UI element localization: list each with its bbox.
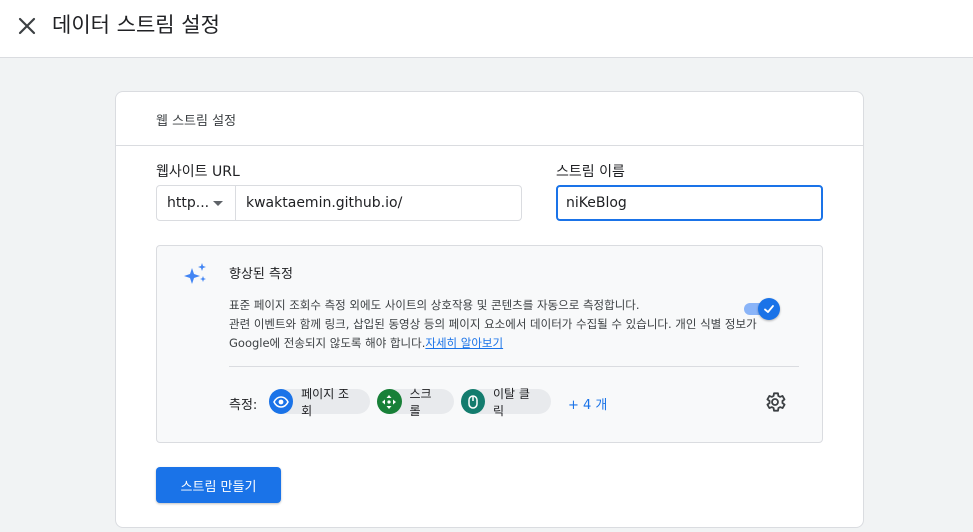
mouse-icon: [461, 389, 485, 414]
top-bar: 데이터 스트림 설정: [0, 0, 973, 58]
website-url-label: 웹사이트 URL: [156, 164, 240, 180]
scroll-arrows-icon: [377, 389, 402, 414]
more-measurements-link[interactable]: + 4 개: [568, 394, 607, 413]
chip-label: 스크롤: [409, 386, 432, 418]
protocol-select[interactable]: http...: [156, 185, 236, 221]
enhanced-measurement-title: 향상된 측정: [229, 267, 293, 282]
description-line-1: 표준 페이지 조회수 측정 외에도 사이트의 상호작용 및 콘텐츠를 자동으로 …: [229, 298, 640, 312]
measurement-label: 측정:: [229, 398, 258, 413]
learn-more-link[interactable]: 자세히 알아보기: [425, 336, 503, 350]
web-stream-card: 웹 스트림 설정 웹사이트 URL 스트림 이름 http... 향상된 측정 …: [115, 91, 864, 528]
enhanced-measurement-panel: 향상된 측정 표준 페이지 조회수 측정 외에도 사이트의 상호작용 및 콘텐츠…: [156, 245, 823, 443]
chip-scroll: 스크롤: [377, 387, 454, 418]
website-url-input[interactable]: [235, 185, 522, 221]
toggle-knob: [758, 298, 780, 320]
sparkle-icon: [184, 263, 206, 284]
chevron-down-icon: [213, 201, 223, 206]
card-header: 웹 스트림 설정: [116, 92, 863, 146]
stream-name-label: 스트림 이름: [556, 164, 625, 180]
enhanced-measurement-toggle[interactable]: [742, 298, 782, 320]
chip-label: 이탈 클릭: [492, 386, 530, 418]
card-title: 웹 스트림 설정: [156, 114, 237, 129]
gear-icon[interactable]: [763, 390, 787, 414]
chip-label: 페이지 조회: [301, 386, 350, 418]
checkmark-icon: [764, 305, 774, 313]
create-stream-button[interactable]: 스트림 만들기: [156, 467, 281, 503]
chip-outbound-click: 이탈 클릭: [461, 387, 551, 418]
chip-page-view: 페이지 조회: [269, 387, 370, 418]
page-title: 데이터 스트림 설정: [52, 13, 220, 37]
divider: [229, 366, 799, 367]
protocol-value: http...: [167, 195, 210, 211]
enhanced-measurement-description: 표준 페이지 조회수 측정 외에도 사이트의 상호작용 및 콘텐츠를 자동으로 …: [229, 296, 769, 353]
close-icon[interactable]: [14, 12, 40, 40]
stream-name-input[interactable]: [556, 185, 823, 221]
eye-icon: [269, 389, 294, 414]
